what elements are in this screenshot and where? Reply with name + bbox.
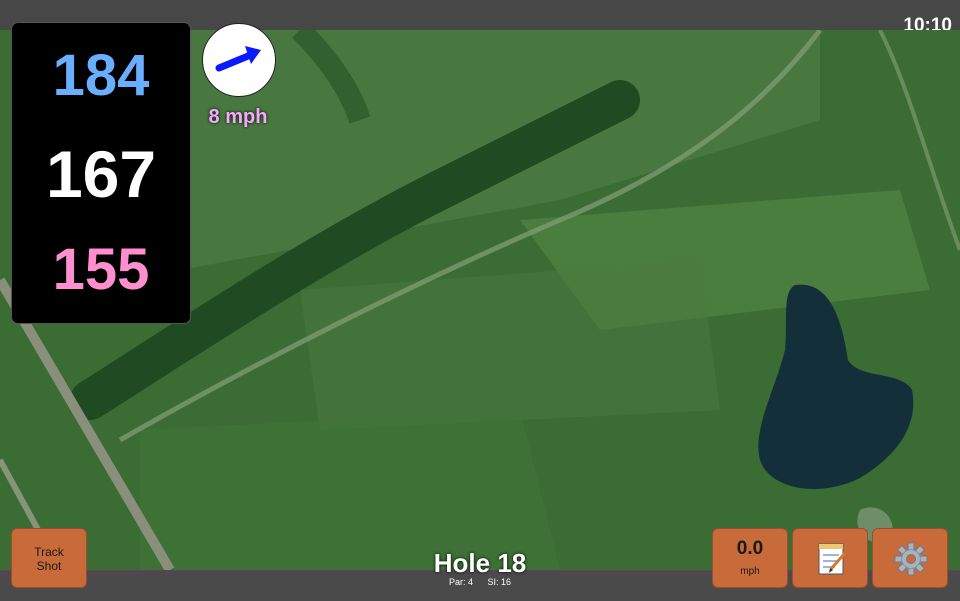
notepad-icon xyxy=(818,543,847,575)
hole-stroke-index: SI: 16 xyxy=(487,577,512,587)
wind-indicator xyxy=(202,23,276,97)
notes-button[interactable] xyxy=(792,528,868,588)
settings-button[interactable] xyxy=(872,528,948,588)
hole-info: Par: 4 SI: 16 xyxy=(380,577,580,587)
back-distance: 184 xyxy=(52,43,150,108)
speed-button[interactable]: 0.0 mph xyxy=(712,528,788,588)
track-shot-label-line2: Shot xyxy=(36,559,62,573)
wind-arrow-icon xyxy=(215,46,261,72)
track-shot-label-line1: Track xyxy=(34,545,64,559)
hole-par: Par: 4 xyxy=(448,577,473,587)
distance-panel: 184 167 155 xyxy=(11,22,191,324)
gear-icon xyxy=(894,542,928,576)
speed-unit: mph xyxy=(740,566,760,577)
track-shot-button[interactable]: Track Shot xyxy=(11,528,87,588)
front-distance: 155 xyxy=(52,237,150,302)
speed-value: 0.0 xyxy=(736,538,764,559)
hole-title: Hole 18 xyxy=(433,548,527,578)
wind-speed: 8 mph xyxy=(208,106,268,128)
middle-distance: 167 xyxy=(45,137,157,211)
